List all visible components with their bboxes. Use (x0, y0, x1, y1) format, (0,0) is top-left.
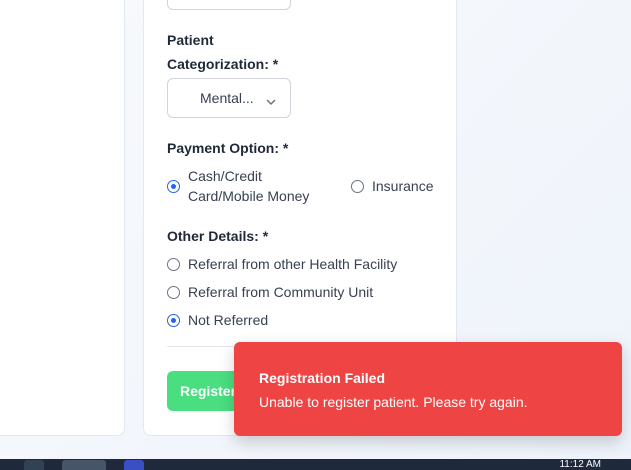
taskbar-clock[interactable]: 11:12 AM (559, 460, 601, 470)
referral-health-facility-radio[interactable] (167, 258, 180, 271)
other-details-label: Other Details: * (167, 228, 269, 244)
referral-community-unit-radio[interactable] (167, 286, 180, 299)
referral-community-unit-label: Referral from Community Unit (188, 284, 374, 300)
payment-insurance-radio[interactable] (351, 180, 364, 193)
error-toast[interactable]: Registration Failed Unable to register p… (234, 342, 622, 436)
payment-cash-radio[interactable] (167, 180, 180, 193)
left-panel-card (0, 0, 125, 436)
payment-cash-label-line1: Cash/Credit (188, 168, 262, 184)
taskbar-app-icon[interactable] (124, 460, 144, 470)
not-referred-radio[interactable] (167, 314, 180, 327)
payment-cash-label-line2: Card/Mobile Money (188, 188, 310, 204)
not-referred-label: Not Referred (188, 312, 269, 328)
previous-input-field[interactable] (167, 0, 291, 10)
payment-option-label: Payment Option: * (167, 140, 289, 156)
category-selected-value: Mental... (200, 90, 254, 106)
payment-insurance-label: Insurance (372, 178, 434, 194)
referral-health-facility-label: Referral from other Health Facility (188, 256, 398, 272)
taskbar-app-icon[interactable] (24, 460, 44, 470)
patient-categorization-label-line2: Categorization: * (167, 56, 279, 72)
taskbar-active-app-icon[interactable] (62, 460, 106, 470)
patient-categorization-label-line1: Patient (167, 32, 214, 48)
toast-title: Registration Failed (259, 370, 386, 386)
toast-message: Unable to register patient. Please try a… (259, 394, 528, 410)
patient-categorization-select[interactable]: Mental... (167, 78, 291, 118)
chevron-down-icon (266, 93, 276, 109)
taskbar: 11:12 AM (0, 459, 631, 470)
